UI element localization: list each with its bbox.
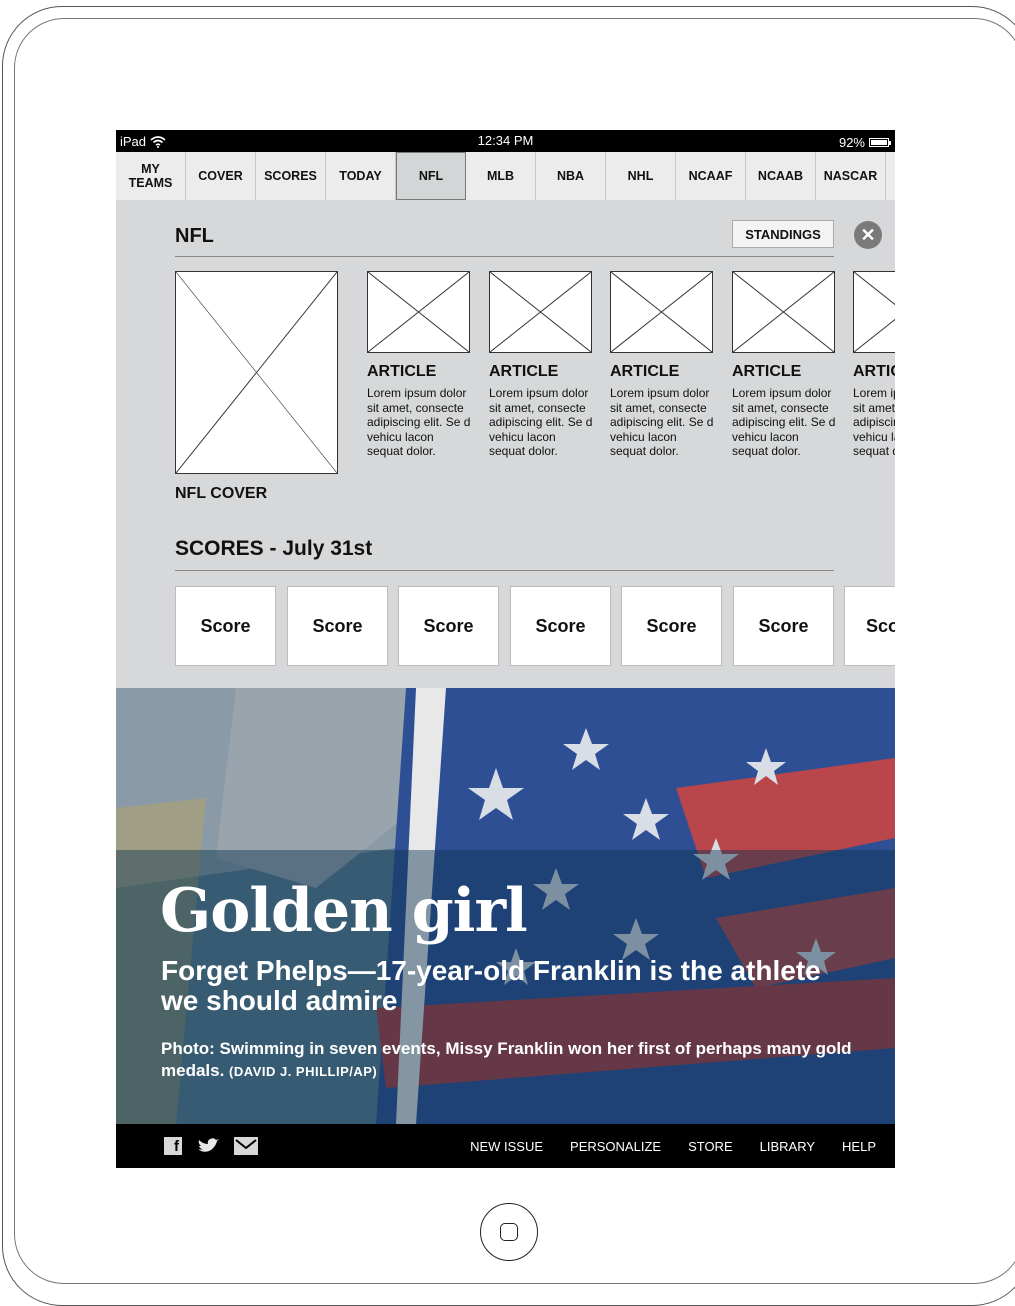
article-title[interactable]: ARTICLE xyxy=(610,363,679,381)
nav-store[interactable]: STORE xyxy=(688,1139,733,1154)
score-card[interactable]: Score xyxy=(621,586,722,666)
scores-title: SCORES - July 31st xyxy=(175,537,373,560)
tab-cover[interactable]: COVER xyxy=(186,152,256,200)
standings-button[interactable]: STANDINGS xyxy=(732,220,834,248)
email-icon[interactable] xyxy=(234,1137,258,1155)
clock: 12:34 PM xyxy=(477,133,534,148)
nav-personalize[interactable]: PERSONALIZE xyxy=(570,1139,661,1154)
score-card[interactable]: Score xyxy=(175,586,276,666)
article-image-placeholder[interactable] xyxy=(367,271,470,353)
nav-new-issue[interactable]: NEW ISSUE xyxy=(470,1139,543,1154)
battery-percent: 92% xyxy=(838,135,865,150)
article-summary: Lorem ipsum dolor sit amet, consecte adi… xyxy=(489,386,593,458)
cover-image-placeholder[interactable] xyxy=(175,271,338,474)
article-summary: Lorem ipsum dolor sit amet, consecte adi… xyxy=(367,386,471,458)
score-card[interactable]: Score xyxy=(510,586,611,666)
tab-today[interactable]: TODAY xyxy=(326,152,396,200)
nav-library[interactable]: LIBRARY xyxy=(760,1139,815,1154)
feature-headline[interactable]: Golden girl xyxy=(160,876,528,946)
nav-help[interactable]: HELP xyxy=(842,1139,876,1154)
tab-nfl[interactable]: NFL xyxy=(396,152,466,200)
article-title[interactable]: ARTICLE xyxy=(489,363,558,381)
article-summary: Lorem ipsum dolor sit amet, consecte adi… xyxy=(853,386,895,458)
tab-nhl[interactable]: NHL xyxy=(606,152,676,200)
twitter-icon[interactable] xyxy=(196,1137,220,1155)
article-title[interactable]: ARTICLE xyxy=(732,363,801,381)
article-image-placeholder[interactable] xyxy=(732,271,835,353)
battery-icon xyxy=(869,138,891,147)
facebook-icon[interactable]: f xyxy=(164,1137,182,1155)
close-circle-icon[interactable]: ✕ xyxy=(854,221,882,249)
tab-scores[interactable]: SCORES xyxy=(256,152,326,200)
tab-mlb[interactable]: MLB xyxy=(466,152,536,200)
section-tabs: MY TEAMS COVER SCORES TODAY NFL MLB NBA … xyxy=(116,152,895,200)
home-button[interactable] xyxy=(480,1203,538,1261)
score-card[interactable]: Score xyxy=(733,586,834,666)
feature-photo[interactable]: Golden girl Forget Phelps—17-year-old Fr… xyxy=(116,688,895,1124)
tab-nascar[interactable]: NASCAR xyxy=(816,152,886,200)
tab-nba[interactable]: NBA xyxy=(536,152,606,200)
photo-caption: Photo: Swimming in seven events, Missy F… xyxy=(161,1038,881,1083)
cover-label[interactable]: NFL COVER xyxy=(175,485,267,503)
panel-title: NFL xyxy=(175,225,214,247)
article-summary: Lorem ipsum dolor sit amet, consecte adi… xyxy=(610,386,714,458)
article-image-placeholder[interactable] xyxy=(853,271,895,353)
divider xyxy=(175,256,834,257)
feature-dek: Forget Phelps—17-year-old Franklin is th… xyxy=(161,955,821,1016)
tab-ncaab[interactable]: NCAAB xyxy=(746,152,816,200)
score-card[interactable]: Score xyxy=(287,586,388,666)
divider xyxy=(175,570,834,571)
tab-ncaaf[interactable]: NCAAF xyxy=(676,152,746,200)
article-image-placeholder[interactable] xyxy=(489,271,592,353)
photo-credit: (DAVID J. PHILLIP/AP) xyxy=(229,1064,378,1079)
score-card[interactable]: Score xyxy=(398,586,499,666)
article-image-placeholder[interactable] xyxy=(610,271,713,353)
article-title[interactable]: ARTICLE xyxy=(367,363,436,381)
status-bar: iPad 12:34 PM 92% xyxy=(116,130,895,152)
screen: iPad 12:34 PM 92% MY TEAMS COVER SCORES … xyxy=(116,130,895,1168)
footer-bar: f NEW ISSUE PERSONALIZE STORE LIBRARY HE… xyxy=(116,1124,895,1168)
tab-my-teams[interactable]: MY TEAMS xyxy=(116,152,186,200)
home-square-icon xyxy=(500,1223,518,1241)
article-title[interactable]: ARTICLE xyxy=(853,363,895,381)
score-card[interactable]: Score xyxy=(844,586,895,666)
article-summary: Lorem ipsum dolor sit amet, consecte adi… xyxy=(732,386,836,458)
